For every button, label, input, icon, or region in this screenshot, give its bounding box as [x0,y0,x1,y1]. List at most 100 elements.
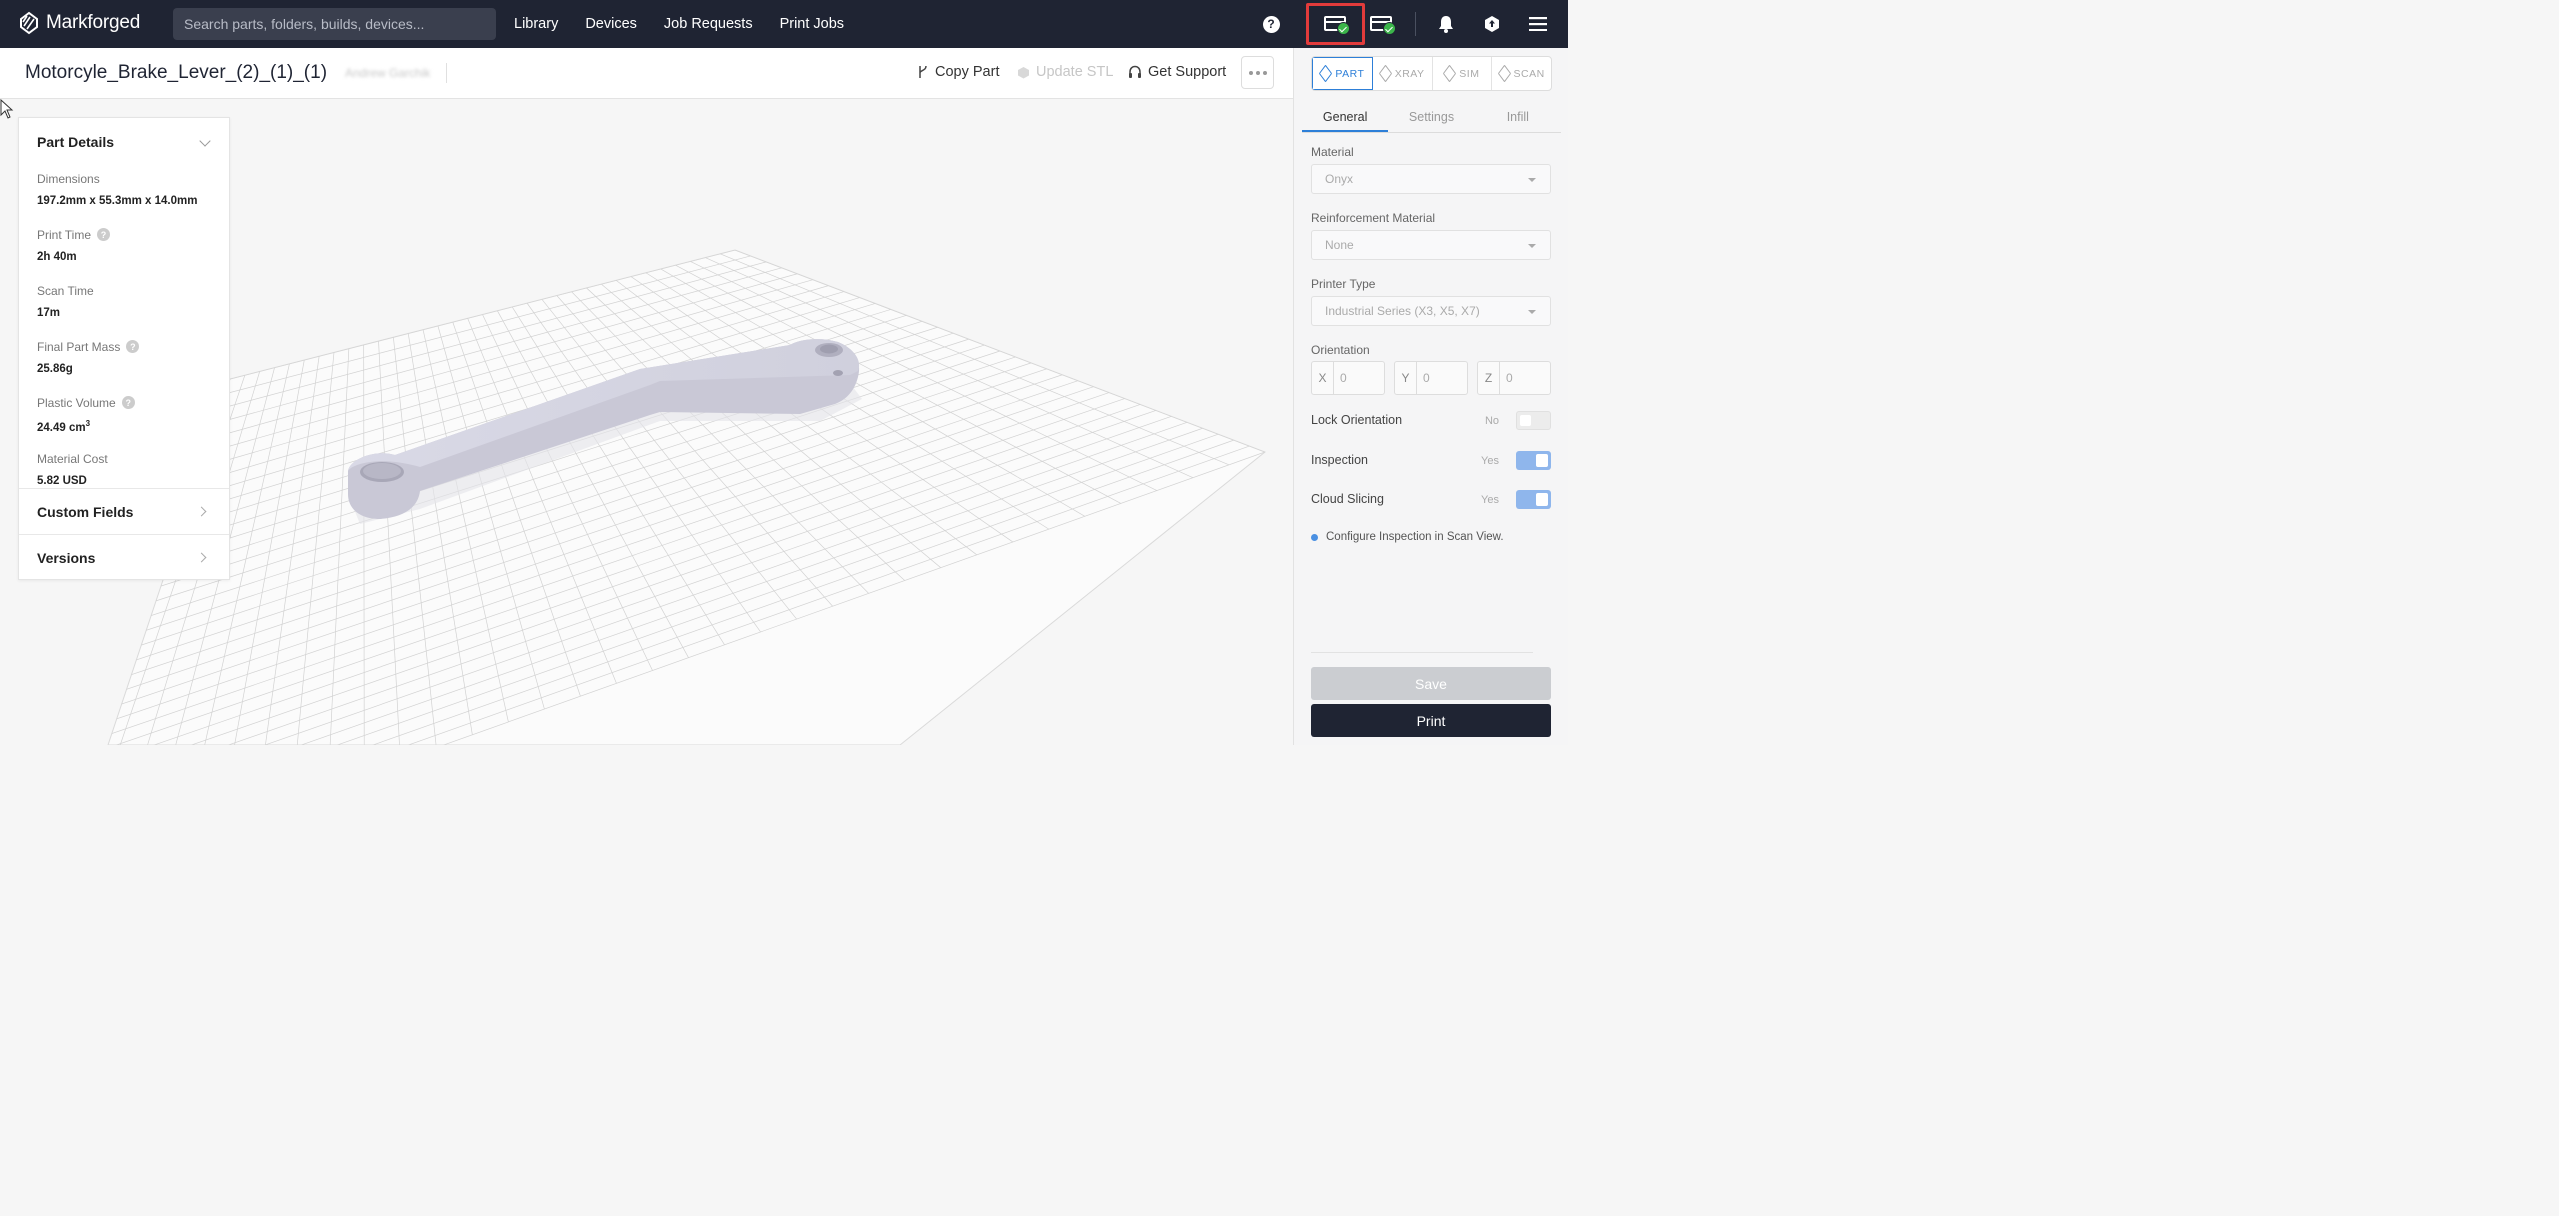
dimensions-value: 197.2mm x 55.3mm x 14.0mm [37,195,198,207]
build-plate [107,249,1266,745]
cloud-slicing-toggle[interactable] [1516,490,1551,509]
device-status-icon[interactable] [1324,12,1352,36]
help-glyph: ? [1262,15,1280,33]
help-icon[interactable]: ? [97,228,111,241]
part-details-card: Part Details Dimensions 197.2mm x 55.3mm… [18,117,230,580]
part-details-list: Dimensions 197.2mm x 55.3mm x 14.0mm Pri… [37,171,217,507]
more-options-button[interactable] [1241,56,1274,89]
material-label: Material [1311,145,1354,159]
part-header: Motorcyle_Brake_Lever_(2)_(1)_(1) Andrew… [0,48,1293,99]
tab-infill[interactable]: Infill [1475,105,1561,132]
final-mass-value: 25.86g [37,363,73,375]
bell-glyph [1439,16,1453,33]
lock-orientation-state: No [1484,415,1499,427]
orientation-y-field[interactable]: Y0 [1394,361,1468,395]
nav-link-job-requests[interactable]: Job Requests [664,16,753,32]
mode-xray[interactable]: XRAY [1373,57,1433,90]
inspection-state: Yes [1481,455,1499,467]
help-icon[interactable]: ? [126,340,140,353]
reinforcement-select[interactable]: None [1311,230,1551,260]
orientation-inputs: X0 Y0 Z0 [1311,361,1551,395]
versions-label: Versions [37,550,96,566]
nav-links: Library Devices Job Requests Print Jobs [514,0,844,48]
print-time-label: Print Time? [37,227,217,242]
header-divider [446,63,447,83]
hamburger-glyph [1529,17,1547,31]
material-cost-value: 5.82 USD [37,475,87,487]
settings-tabs: General Settings Infill [1302,105,1561,133]
scan-time-value: 17m [37,307,61,319]
lock-orientation-row: Lock Orientation No [1311,411,1551,431]
tab-settings[interactable]: Settings [1388,105,1474,132]
cube-icon [1319,64,1333,83]
inspection-info-text: Configure Inspection in Scan View. [1326,531,1504,543]
ellipsis-icon [1248,70,1253,75]
license-status-icon[interactable] [1370,12,1398,36]
search-input[interactable] [173,8,496,40]
inspection-row: Inspection Yes [1311,451,1551,471]
scan-time-label: Scan Time [37,283,94,298]
brand-name: Markforged [46,12,141,33]
orientation-label: Orientation [1311,343,1370,357]
chevron-right-icon [196,506,207,517]
printer-type-label: Printer Type [1311,277,1376,291]
upload-hex-glyph [1485,16,1499,32]
update-stl-button[interactable]: Update STL [1017,64,1113,80]
headset-icon [1129,65,1141,78]
nav-link-library[interactable]: Library [514,16,558,32]
custom-fields-row[interactable]: Custom Fields [19,488,229,534]
print-button[interactable]: Print [1311,704,1551,737]
material-select[interactable]: Onyx [1311,164,1551,194]
cube-icon [1443,64,1457,83]
plastic-volume-value: 24.49 cm3 [37,419,91,434]
versions-row[interactable]: Versions [19,534,229,580]
menu-icon[interactable] [1526,12,1550,36]
chevron-right-icon [196,552,207,563]
top-nav: Markforged Library Devices Job Requests … [0,0,1568,48]
material-cost-label: Material Cost [37,451,108,466]
chevron-down-icon[interactable] [199,135,211,147]
update-stl-label: Update STL [1036,64,1114,80]
inspection-toggle[interactable] [1516,451,1551,470]
upload-icon[interactable] [1480,12,1504,36]
get-support-button[interactable]: Get Support [1128,64,1226,80]
cube-icon [1378,64,1392,83]
mode-sim[interactable]: SIM [1433,57,1493,90]
inspection-label: Inspection [1311,453,1368,467]
orientation-z-field[interactable]: Z0 [1477,361,1551,395]
branch-icon [919,65,927,78]
nav-link-print-jobs[interactable]: Print Jobs [780,16,844,32]
cube-icon [1497,64,1511,83]
panel-divider [1311,652,1533,653]
part-title: Motorcyle_Brake_Lever_(2)_(1)_(1) [25,62,328,83]
markforged-logo-icon [20,11,38,35]
cloud-slicing-row: Cloud Slicing Yes [1311,490,1551,510]
tab-general[interactable]: General [1302,105,1389,132]
print-time-value: 2h 40m [37,251,77,263]
printer-type-select[interactable]: Industrial Series (X3, X5, X7) [1311,296,1551,326]
cloud-slicing-label: Cloud Slicing [1311,492,1384,506]
settings-panel: PART XRAY SIM SCAN General Settings Infi… [1293,48,1568,745]
cloud-slicing-state: Yes [1481,494,1499,506]
brand-logo[interactable]: Markforged [18,11,140,35]
plastic-volume-label: Plastic Volume? [37,395,217,410]
save-button[interactable]: Save [1311,667,1551,700]
inspection-info: Configure Inspection in Scan View. [1311,531,1504,543]
get-support-label: Get Support [1148,64,1227,80]
copy-part-label: Copy Part [935,64,1000,80]
part-details-heading[interactable]: Part Details [37,134,114,150]
card-check-icon [1324,13,1352,35]
mouse-cursor-icon [0,99,14,119]
copy-part-button[interactable]: Copy Part [917,64,999,80]
mode-part[interactable]: PART [1312,57,1373,90]
custom-fields-label: Custom Fields [37,504,134,520]
lock-orientation-toggle[interactable] [1516,411,1551,430]
help-icon[interactable]: ? [121,396,135,409]
mode-scan[interactable]: SCAN [1492,57,1551,90]
orientation-x-field[interactable]: X0 [1311,361,1385,395]
cube-icon [1018,66,1029,78]
help-icon[interactable]: ? [1259,12,1283,36]
bell-icon[interactable] [1434,12,1458,36]
dimensions-label: Dimensions [37,171,100,186]
nav-link-devices[interactable]: Devices [585,16,637,32]
